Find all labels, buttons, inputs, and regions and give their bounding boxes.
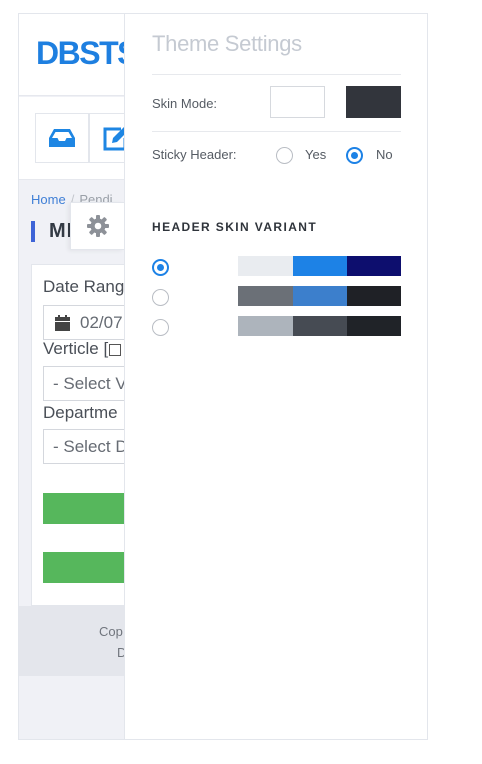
page-title: MI (31, 221, 73, 242)
divider (152, 74, 401, 75)
app-frame: DBSTS Home / Pendi MI Date Rang 02/07 Ve… (18, 13, 428, 740)
swatch (346, 286, 401, 306)
footer-copyright: Cop (99, 624, 123, 639)
brand-logo[interactable]: DBSTS (36, 35, 138, 72)
skin-mode-label: Skin Mode: (152, 96, 218, 111)
verticle-select-all-checkbox[interactable] (109, 343, 122, 356)
sticky-header-no-radio[interactable] (346, 147, 363, 164)
header-skin-variant-2-swatches[interactable] (184, 286, 401, 306)
swatch (292, 316, 347, 336)
breadcrumb-home-link[interactable]: Home (31, 192, 66, 207)
swatch (238, 286, 293, 306)
date-range-value: 02/07 (80, 313, 123, 332)
inbox-button[interactable] (35, 113, 89, 163)
swatch (346, 256, 401, 276)
theme-settings-title: Theme Settings (152, 31, 302, 56)
skin-mode-dark-option[interactable] (346, 86, 401, 118)
swatch (292, 286, 347, 306)
header-skin-variant-3-swatches[interactable] (184, 316, 401, 336)
sticky-header-yes-radio[interactable] (276, 147, 293, 164)
header-skin-variant-1-swatches[interactable] (184, 256, 401, 276)
swatch (184, 316, 239, 336)
swatch (238, 316, 293, 336)
theme-settings-panel: Theme Settings Skin Mode: Sticky Header:… (124, 14, 427, 739)
skin-mode-light-option[interactable] (270, 86, 325, 118)
swatch (184, 286, 239, 306)
sticky-header-yes-label[interactable]: Yes (305, 147, 326, 162)
theme-settings-toggle[interactable] (70, 202, 124, 250)
date-range-label: Date Rang (43, 277, 125, 296)
header-skin-variant-1-radio[interactable] (152, 259, 169, 276)
divider (152, 131, 401, 132)
header-skin-variant-2-radio[interactable] (152, 289, 169, 306)
swatch (346, 316, 401, 336)
swatch (238, 256, 293, 276)
inbox-icon (49, 129, 75, 147)
calendar-icon (55, 315, 70, 331)
gear-icon (86, 215, 109, 237)
department-label: Departme (43, 403, 118, 422)
header-skin-variant-3-radio[interactable] (152, 319, 169, 336)
header-skin-variant-title: HEADER SKIN VARIANT (152, 220, 318, 234)
sticky-header-label: Sticky Header: (152, 147, 237, 162)
swatch (292, 256, 347, 276)
verticle-label: Verticle [ (43, 339, 122, 359)
verticle-label-text: Verticle [ (43, 339, 109, 358)
sticky-header-no-label[interactable]: No (376, 147, 393, 162)
swatch (184, 256, 239, 276)
